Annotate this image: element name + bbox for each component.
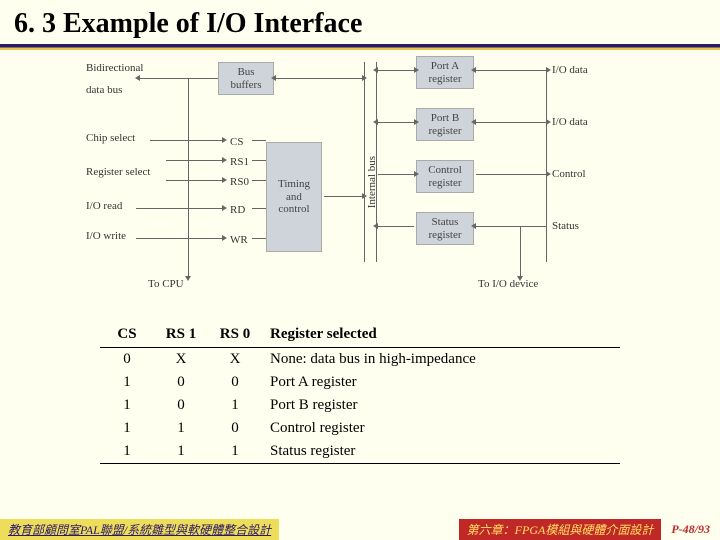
table-row: 1 1 1 Status register bbox=[100, 440, 620, 464]
line-busbuf-to-bus bbox=[276, 78, 362, 79]
label-iowrite: I/O write bbox=[86, 230, 126, 242]
line-rs1-a bbox=[166, 160, 222, 161]
line-wr bbox=[136, 238, 222, 239]
line-pb-out bbox=[476, 122, 546, 123]
cell-rs1: 0 bbox=[154, 394, 208, 417]
cell-reg: Status register bbox=[262, 440, 620, 464]
footer-left: 教育部顧問室PAL聯盟/系統雛型與軟硬體整合設計 bbox=[0, 519, 279, 540]
label-control: Control bbox=[552, 168, 586, 180]
block-timing-control: Timing and control bbox=[266, 142, 322, 252]
th-rs1: RS 1 bbox=[154, 322, 208, 348]
cell-rs0: 1 bbox=[208, 440, 262, 464]
line-right-vert bbox=[546, 70, 547, 262]
line-rs1-ext bbox=[252, 160, 266, 161]
cell-reg: Port B register bbox=[262, 394, 620, 417]
register-select-table: CS RS 1 RS 0 Register selected 0 X X Non… bbox=[100, 322, 620, 464]
block-port-a-l2: register bbox=[422, 73, 468, 86]
line-bus-pa bbox=[378, 70, 414, 71]
label-status: Status bbox=[552, 220, 579, 232]
line-cs-ext bbox=[252, 140, 266, 141]
cell-cs: 1 bbox=[100, 371, 154, 394]
table-row: 1 0 0 Port A register bbox=[100, 371, 620, 394]
table-row: 1 0 1 Port B register bbox=[100, 394, 620, 417]
block-bus-buffers: Bus buffers bbox=[218, 62, 274, 95]
cell-reg: Control register bbox=[262, 417, 620, 440]
line-ctrl-out bbox=[476, 174, 546, 175]
line-bus-pb bbox=[378, 122, 414, 123]
label-tocpu: To CPU bbox=[148, 278, 184, 290]
label-chipselect: Chip select bbox=[86, 132, 135, 144]
internal-bus-line-l bbox=[364, 62, 365, 262]
line-rd bbox=[136, 208, 222, 209]
cell-cs: 1 bbox=[100, 417, 154, 440]
line-bus-stat bbox=[378, 226, 414, 227]
label-databus: data bus bbox=[86, 84, 122, 96]
sig-rd: RD bbox=[230, 204, 245, 216]
footer-page: P-48/93 bbox=[661, 520, 720, 539]
line-rd-ext bbox=[252, 208, 266, 209]
sig-rs0: RS0 bbox=[230, 176, 249, 188]
line-bus-ctrl bbox=[378, 174, 414, 175]
th-rs0: RS 0 bbox=[208, 322, 262, 348]
label-iodata2: I/O data bbox=[552, 116, 588, 128]
cell-rs0: 1 bbox=[208, 394, 262, 417]
table-row: 0 X X None: data bus in high-impedance bbox=[100, 348, 620, 372]
block-port-b-l2: register bbox=[422, 125, 468, 138]
footer-right: 第六章：FPGA模組與硬體介面設計 bbox=[459, 519, 662, 540]
th-cs: CS bbox=[100, 322, 154, 348]
block-control-l2: register bbox=[422, 177, 468, 190]
line-stat-out bbox=[476, 226, 546, 227]
cell-reg: Port A register bbox=[262, 371, 620, 394]
cell-cs: 0 bbox=[100, 348, 154, 372]
footer: 教育部顧問室PAL聯盟/系統雛型與軟硬體整合設計 第六章：FPGA模組與硬體介面… bbox=[0, 518, 720, 540]
label-internal-bus: Internal bus bbox=[366, 156, 378, 208]
sig-rs1: RS1 bbox=[230, 156, 249, 168]
block-bus-buffers-l2: buffers bbox=[224, 79, 268, 92]
title-underline bbox=[0, 44, 720, 50]
block-status-l2: register bbox=[422, 229, 468, 242]
cell-reg: None: data bus in high-impedance bbox=[262, 348, 620, 372]
line-wr-ext bbox=[252, 238, 266, 239]
cell-rs1: 1 bbox=[154, 440, 208, 464]
th-reg: Register selected bbox=[262, 322, 620, 348]
cell-rs1: 1 bbox=[154, 417, 208, 440]
cell-rs0: X bbox=[208, 348, 262, 372]
line-rs0-ext bbox=[252, 180, 266, 181]
block-port-b: Port B register bbox=[416, 108, 474, 141]
line-cs bbox=[150, 140, 222, 141]
block-port-b-l1: Port B bbox=[422, 112, 468, 125]
block-port-a-l1: Port A bbox=[422, 60, 468, 73]
line-pa-out bbox=[476, 70, 546, 71]
table-row: 1 1 0 Control register bbox=[100, 417, 620, 440]
block-control-l1: Control bbox=[422, 164, 468, 177]
cell-rs1: 0 bbox=[154, 371, 208, 394]
label-todev: To I/O device bbox=[478, 278, 538, 290]
line-rs0-a bbox=[166, 180, 222, 181]
line-timing-to-bus bbox=[324, 196, 362, 197]
block-timing-l1: Timing bbox=[272, 178, 316, 191]
sig-cs: CS bbox=[230, 136, 243, 148]
sig-wr: WR bbox=[230, 234, 248, 246]
line-left-down bbox=[188, 78, 189, 276]
label-bidirectional: Bidirectional bbox=[86, 62, 143, 74]
block-status-l1: Status bbox=[422, 216, 468, 229]
block-port-a: Port A register bbox=[416, 56, 474, 89]
io-interface-diagram: Bidirectional data bus Chip select Regis… bbox=[80, 56, 640, 306]
block-timing-l2: and bbox=[272, 191, 316, 204]
block-control: Control register bbox=[416, 160, 474, 193]
label-ioread: I/O read bbox=[86, 200, 122, 212]
cell-cs: 1 bbox=[100, 394, 154, 417]
block-bus-buffers-l1: Bus bbox=[224, 66, 268, 79]
label-iodata1: I/O data bbox=[552, 64, 588, 76]
cell-rs0: 0 bbox=[208, 417, 262, 440]
cell-rs0: 0 bbox=[208, 371, 262, 394]
label-regselect: Register select bbox=[86, 166, 150, 178]
cell-cs: 1 bbox=[100, 440, 154, 464]
line-databus bbox=[140, 78, 218, 79]
slide-title: 6. 3 Example of I/O Interface bbox=[0, 0, 720, 44]
line-right-down bbox=[520, 226, 521, 276]
block-timing-l3: control bbox=[272, 203, 316, 216]
cell-rs1: X bbox=[154, 348, 208, 372]
block-status: Status register bbox=[416, 212, 474, 245]
